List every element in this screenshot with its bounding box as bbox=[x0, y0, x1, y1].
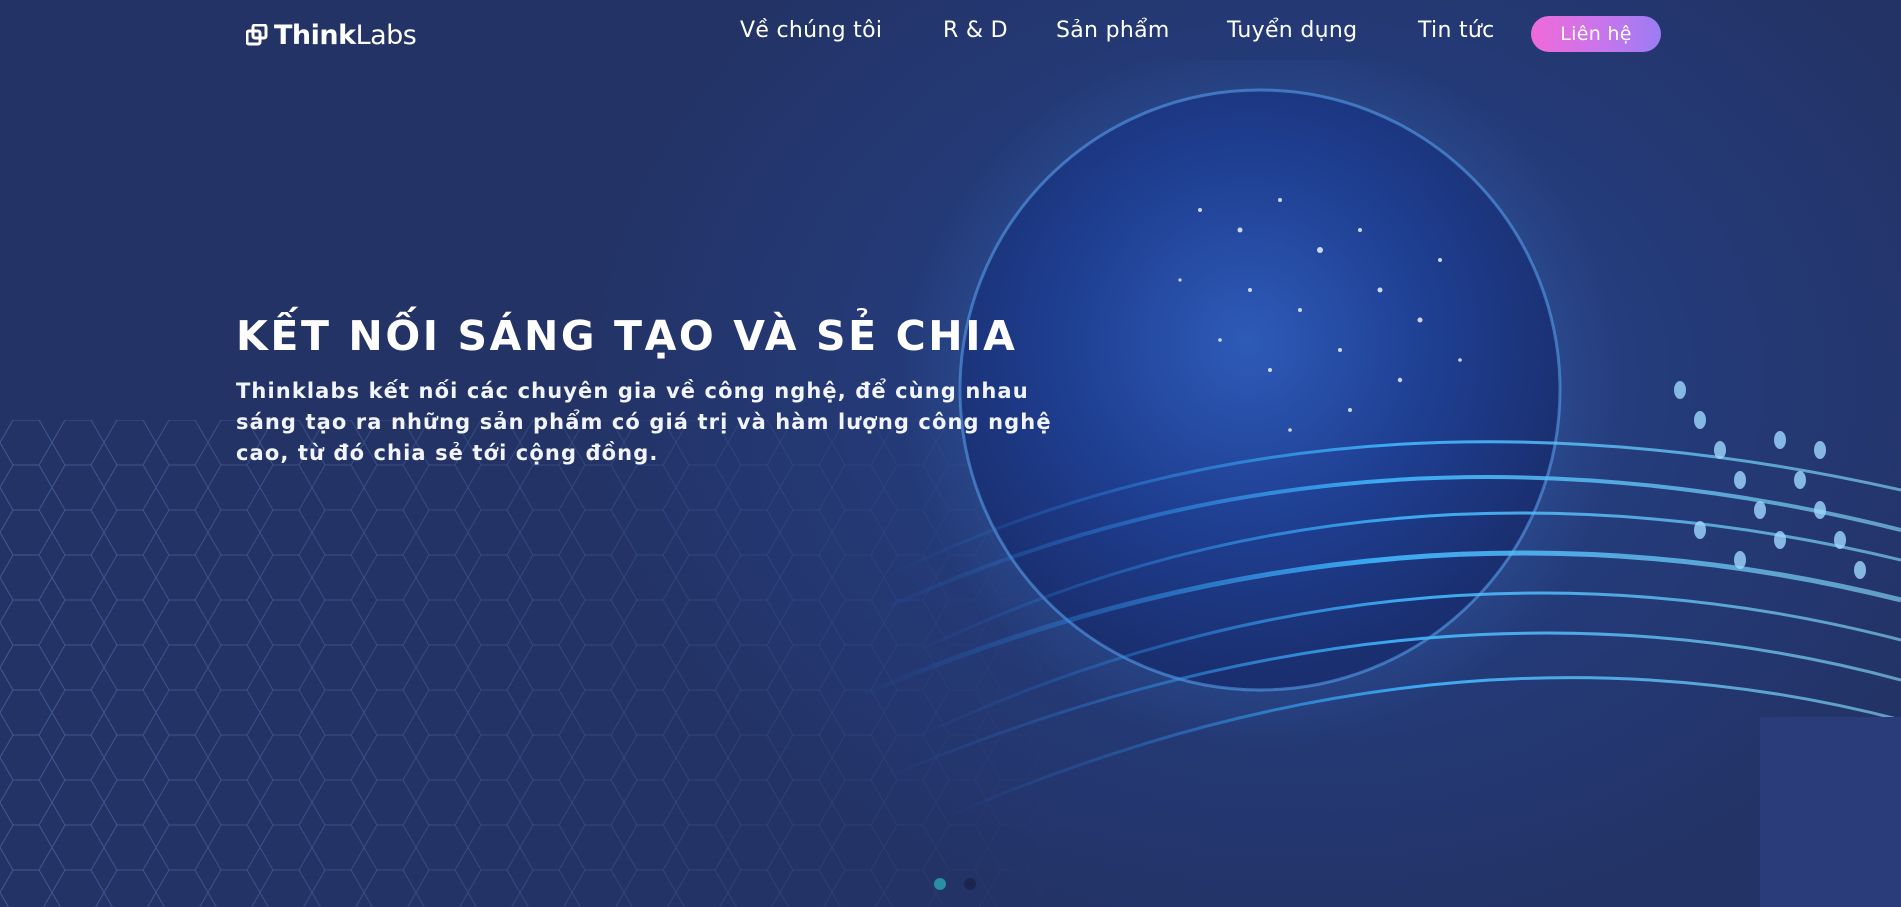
brand-name-light: Labs bbox=[355, 19, 417, 51]
corner-overlay bbox=[1760, 717, 1901, 907]
carousel-dot-2[interactable] bbox=[964, 878, 976, 890]
nav-item-about[interactable]: Về chúng tôi bbox=[740, 18, 882, 43]
carousel-dot-1[interactable] bbox=[934, 878, 946, 890]
nav-item-products[interactable]: Sản phẩm bbox=[1056, 18, 1170, 43]
brand-logo[interactable]: ThinkLabs bbox=[246, 19, 417, 51]
hero-description: Thinklabs kết nối các chuyên gia về công… bbox=[236, 379, 1052, 465]
globe-network-icon bbox=[849, 60, 1901, 822]
hero-headline: KẾT NỐI SÁNG TẠO VÀ SẺ CHIA bbox=[236, 312, 1018, 360]
nav-item-rnd[interactable]: R & D bbox=[943, 18, 1008, 43]
thinklabs-logo-icon bbox=[246, 24, 268, 46]
top-navbar: ThinkLabs Về chúng tôi R & D Sản phẩm Tu… bbox=[0, 0, 1901, 66]
brand-name-bold: Think bbox=[274, 19, 356, 51]
carousel-indicators bbox=[934, 878, 976, 890]
contact-button[interactable]: Liên hệ bbox=[1531, 16, 1661, 52]
brand-name: ThinkLabs bbox=[274, 19, 417, 51]
nav-item-careers[interactable]: Tuyển dụng bbox=[1227, 18, 1357, 43]
nav-item-news[interactable]: Tin tức bbox=[1418, 18, 1495, 43]
